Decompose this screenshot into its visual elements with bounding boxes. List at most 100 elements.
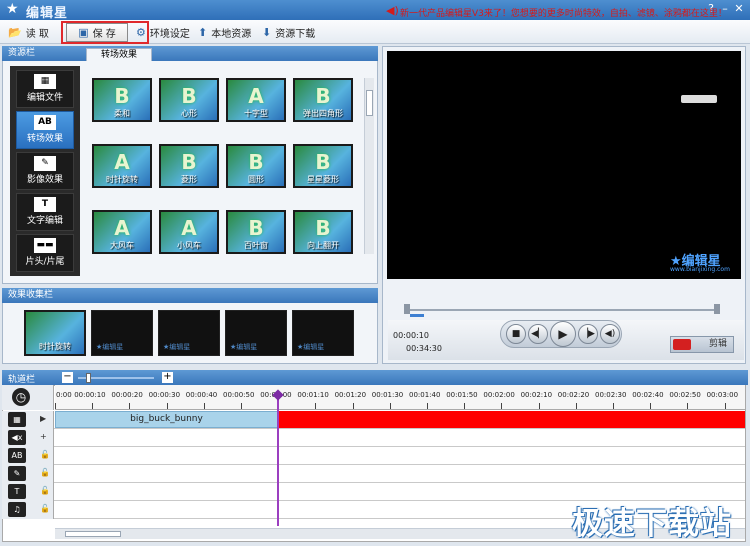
sidebar-item-1[interactable]: AB 转场效果 [16, 111, 74, 149]
ruler-tick [724, 403, 726, 409]
volume-button[interactable]: ◀) [600, 324, 620, 344]
transition-thumb[interactable]: B 柔和 [92, 78, 152, 122]
ruler-tick-label: 00:01:40 [409, 391, 441, 399]
sidebar-item-label: 影像效果 [26, 175, 63, 185]
transition-thumb[interactable]: B 圆形 [226, 144, 286, 188]
track-row[interactable] [2, 465, 745, 483]
time-ruler[interactable]: 0:00 00:00:10 00:00:20 00:00:30 00:00:40 00:0… [55, 385, 745, 410]
seek-end-handle[interactable] [714, 304, 720, 314]
sidebar-item-4[interactable]: ▬▬ 片头/片尾 [16, 234, 74, 272]
transition-name: 弹出四角形 [303, 109, 343, 118]
ruler-tick-label: 00:00:20 [111, 391, 143, 399]
track-header: ◀x + [2, 429, 54, 447]
ab-transition-icon: AB [34, 115, 56, 130]
sidebar-item-2[interactable]: ✎ 影像效果 [16, 152, 74, 190]
sidebar-item-label: 转场效果 [26, 134, 63, 144]
track-lock-toggle[interactable]: 🔓 [40, 450, 50, 459]
ab-track-icon: AB [8, 448, 26, 463]
transition-preview-letter: B [181, 150, 197, 174]
ruler-corner: ◷ [2, 385, 54, 410]
stop-button[interactable]: ■ [506, 324, 526, 344]
music-track-icon: ♫ [8, 502, 26, 517]
transition-thumb[interactable]: B 心形 [159, 78, 219, 122]
empty-slot-watermark: ★编辑星 [230, 343, 258, 351]
video-clip[interactable]: big_buck_bunny [55, 411, 278, 428]
video-frame-detail [681, 95, 717, 103]
transition-preview-letter: A [181, 216, 197, 240]
track-row[interactable] [2, 447, 745, 465]
playhead[interactable] [277, 391, 279, 526]
promo-link[interactable]: 新一代产品编辑星V3来了！您想要的更多时尚特效，自拍、滤镜、涂鸦都在这里！ [400, 6, 727, 19]
collected-effect[interactable]: ★编辑星 [91, 310, 153, 356]
play-button[interactable]: ▶ [550, 321, 576, 347]
add-audio-button[interactable]: + [40, 432, 47, 441]
read-button[interactable]: 📂 读 取 [8, 23, 49, 41]
transition-thumb[interactable]: B 菱形 [159, 144, 219, 188]
track-lock-toggle[interactable]: 🔓 [40, 468, 50, 477]
app-title: 编辑星 [26, 6, 69, 21]
track-panel-header: 轨道栏 − + [2, 370, 748, 385]
clock-icon: ◷ [12, 388, 30, 406]
effects-scroll-thumb[interactable] [366, 90, 373, 116]
ruler-tick-label: 00:02:30 [595, 391, 627, 399]
transition-thumb[interactable]: A 时针旋转 [92, 144, 152, 188]
ruler-tick [538, 403, 540, 409]
ruler-tick [129, 403, 131, 409]
collected-effect[interactable]: ★编辑星 [292, 310, 354, 356]
audio-track-icon: ◀x [8, 430, 26, 445]
video-preview[interactable] [387, 51, 741, 279]
image-effect-icon: ✎ [34, 156, 56, 171]
transition-thumb[interactable]: B 百叶窗 [226, 210, 286, 254]
clip-button[interactable]: 剪辑 [670, 336, 734, 353]
local-resources-button[interactable]: ⬆ 本地资源 [198, 23, 251, 41]
resource-download-button[interactable]: ⬇ 资源下载 [262, 23, 315, 41]
transition-preview-letter: A [248, 84, 264, 108]
ruler-tick-label: 00:00:10 [74, 391, 106, 399]
collected-effect[interactable]: ★编辑星 [158, 310, 220, 356]
transition-thumb[interactable]: A 十字型 [226, 78, 286, 122]
zoom-out-button[interactable]: − [62, 372, 73, 383]
track-header: T 🔓 [2, 483, 54, 501]
empty-slot-watermark: ★编辑星 [163, 343, 191, 351]
collected-effect[interactable]: 时针旋转 [24, 310, 86, 356]
tab-transition-effects[interactable]: 转场效果 [86, 48, 152, 61]
zoom-slider-thumb[interactable] [86, 373, 91, 383]
ruler-tick [613, 403, 614, 409]
ruler-tick [55, 403, 56, 409]
expand-track-button[interactable]: ▶ [40, 414, 46, 423]
resource-download-label: 资源下载 [275, 28, 316, 40]
transition-preview-letter: A [114, 216, 130, 240]
track-row[interactable] [2, 429, 745, 447]
read-label: 读 取 [25, 28, 49, 40]
env-settings-button[interactable]: ⚙ 环境设定 [136, 23, 190, 41]
track-lock-toggle[interactable]: 🔓 [40, 504, 50, 513]
step-forward-button[interactable]: ▕▶ [578, 324, 598, 344]
step-back-button[interactable]: ◀▏ [528, 324, 548, 344]
seek-start-handle[interactable] [404, 304, 410, 314]
effects-scrollbar[interactable] [364, 78, 374, 254]
collected-effect[interactable]: ★编辑星 [225, 310, 287, 356]
transition-thumb[interactable]: A 大风车 [92, 210, 152, 254]
speaker-icon: ◀) [386, 4, 399, 17]
track-lock-toggle[interactable]: 🔓 [40, 486, 50, 495]
ruler-tick [427, 403, 428, 409]
transition-thumb[interactable]: B 向上翻开 [293, 210, 353, 254]
ruler-tick [389, 403, 391, 409]
transition-preview-letter: B [114, 84, 130, 108]
ruler-tick [352, 403, 354, 409]
sidebar-item-0[interactable]: ▦ 编辑文件 [16, 70, 74, 108]
collect-panel-header: 效果收集栏 [2, 288, 378, 303]
zoom-in-button[interactable]: + [162, 372, 173, 383]
close-button[interactable]: ✕ [732, 2, 746, 16]
ruler-tick-label: 00:01:30 [371, 391, 404, 399]
transition-thumb[interactable]: A 小风车 [159, 210, 219, 254]
sidebar-item-3[interactable]: T 文字编辑 [16, 193, 74, 231]
resource-panel-header: 资源栏 [2, 46, 378, 61]
seek-bar[interactable] [404, 309, 718, 311]
transition-thumb[interactable]: B 弹出四角形 [293, 78, 353, 122]
ruler-tick-label: 00:01:20 [334, 391, 367, 399]
transition-thumb[interactable]: B 星星菱形 [293, 144, 353, 188]
transition-preview-letter: B [248, 150, 264, 174]
env-settings-label: 环境设定 [149, 28, 190, 40]
timeline-scroll-thumb[interactable] [65, 531, 121, 537]
